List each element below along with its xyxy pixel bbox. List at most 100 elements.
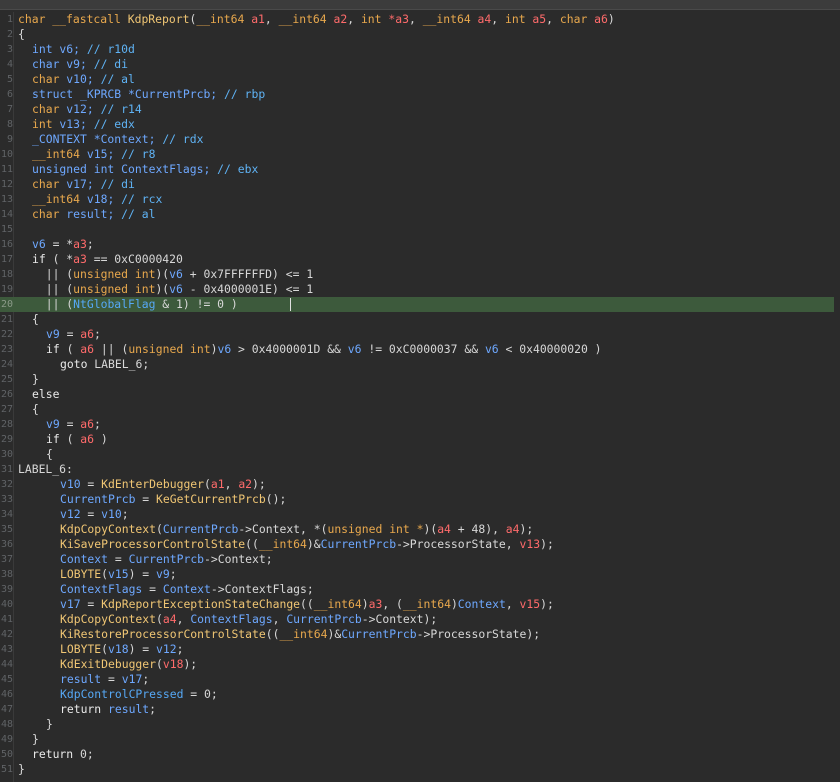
code-text: struct _KPRCB *CurrentPrcb; // rbp: [32, 87, 265, 102]
code-line[interactable]: 19 || (unsigned int)(v6 - 0x4000001E) <=…: [0, 282, 840, 297]
code-line[interactable]: 44 KdExitDebugger(v18);: [0, 657, 840, 672]
code-line[interactable]: 12 char v17; // di: [0, 177, 840, 192]
code-token: ;: [142, 672, 150, 686]
code-token: v6: [32, 237, 46, 251]
code-line[interactable]: 50 return 0;: [0, 747, 840, 762]
code-line[interactable]: 6 struct _KPRCB *CurrentPrcb; // rbp: [0, 87, 840, 102]
code-line[interactable]: 21 {: [0, 312, 840, 327]
code-line[interactable]: 35 KdpCopyContext(CurrentPrcb->Context, *…: [0, 522, 840, 537]
code-line[interactable]: 37 Context = CurrentPrcb->Context;: [0, 552, 840, 567]
code-line[interactable]: 25}: [0, 372, 840, 387]
code-token: v15: [519, 597, 541, 611]
code-line[interactable]: 11 unsigned int ContextFlags; // ebx: [0, 162, 840, 177]
code-line[interactable]: 39 ContextFlags = Context->ContextFlags;: [0, 582, 840, 597]
code-line[interactable]: 43 LOBYTE(v18) = v12;: [0, 642, 840, 657]
code-token: =: [59, 417, 81, 431]
code-token: unsigned int: [128, 342, 211, 356]
code-token: < 0x40000020 ): [498, 342, 602, 356]
pseudocode-editor[interactable]: 1 char __fastcall KdpReport(__int64 a1, _…: [0, 10, 840, 782]
line-number: 27: [0, 404, 13, 415]
code-token: v18;: [80, 192, 122, 206]
code-line[interactable]: 51}: [0, 762, 840, 777]
code-token: v15: [108, 567, 129, 581]
code-line[interactable]: 26 else: [0, 387, 840, 402]
code-token: v6: [217, 342, 232, 356]
code-line[interactable]: 7 char v12; // r14: [0, 102, 840, 117]
code-token: ;: [149, 702, 157, 716]
code-token: __int64: [258, 537, 307, 551]
code-line[interactable]: 47 return result;: [0, 702, 840, 717]
code-token: a6: [587, 12, 608, 26]
code-line[interactable]: 4 char v9; // di: [0, 57, 840, 72]
code-token: v17: [121, 672, 143, 686]
code-line[interactable]: 49}: [0, 732, 840, 747]
code-line[interactable]: 2{: [0, 27, 840, 42]
code-token: a1: [210, 477, 225, 491]
code-token: KeGetCurrentPrcb: [156, 492, 266, 506]
code-token: CurrentPrcb: [128, 552, 205, 566]
line-number: 30: [0, 449, 13, 460]
code-line[interactable]: 13 __int64 v18; // rcx: [0, 192, 840, 207]
code-token: (: [59, 432, 81, 446]
line-number: 34: [0, 509, 13, 520]
code-token: ,: [408, 12, 423, 26]
code-line[interactable]: 24 goto LABEL_6;: [0, 357, 840, 372]
code-token: a3: [73, 252, 87, 266]
line-number: 49: [0, 734, 13, 745]
code-token: KdpReportExceptionStateChange: [101, 597, 301, 611]
code-token: ,: [224, 477, 239, 491]
line-number: 31: [0, 464, 13, 475]
code-line[interactable]: 1 char __fastcall KdpReport(__int64 a1, _…: [0, 12, 840, 27]
code-line[interactable]: 40 v17 = KdpReportExceptionStateChange((_…: [0, 597, 840, 612]
code-line[interactable]: 33 CurrentPrcb = KeGetCurrentPrcb();: [0, 492, 840, 507]
code-line[interactable]: 34 v12 = v10;: [0, 507, 840, 522]
code-line[interactable]: 3 int v6; // r10d: [0, 42, 840, 57]
code-line[interactable]: 32 v10 = KdEnterDebugger(a1, a2);: [0, 477, 840, 492]
code-line[interactable]: 16 v6 = *a3;: [0, 237, 840, 252]
code-line[interactable]: 41 KdpCopyContext(a4, ContextFlags, Curre…: [0, 612, 840, 627]
code-line[interactable]: 29 if ( a6 ): [0, 432, 840, 447]
code-line[interactable]: 22 v9 = a6;: [0, 327, 840, 342]
code-token: v17: [60, 597, 81, 611]
code-token: ): [450, 597, 458, 611]
code-token: char: [32, 102, 60, 116]
code-line[interactable]: 15: [0, 222, 840, 237]
code-line[interactable]: 9 _CONTEXT *Context; // rdx: [0, 132, 840, 147]
code-token: a6: [80, 417, 95, 431]
code-token: )&: [327, 627, 342, 641]
code-line[interactable]: 27 {: [0, 402, 840, 417]
code-line[interactable]: 23 if ( a6 || (unsigned int)v6 > 0x400000…: [0, 342, 840, 357]
code-line[interactable]: 31 LABEL_6:: [0, 462, 840, 477]
code-line[interactable]: 10 __int64 v15; // r8: [0, 147, 840, 162]
code-line[interactable]: 28 v9 = a6;: [0, 417, 840, 432]
code-line[interactable]: 20 || (NtGlobalFlag & 1) != 0 ): [0, 297, 840, 312]
code-line[interactable]: 48}: [0, 717, 840, 732]
window-top-bar: [0, 0, 840, 10]
code-line[interactable]: 46 KdpControlCPressed = 0;: [0, 687, 840, 702]
code-line[interactable]: 8 int v13; // edx: [0, 117, 840, 132]
code-token: =: [108, 552, 129, 566]
code-token: CurrentPrcb: [162, 522, 239, 536]
code-token: ;: [121, 507, 129, 521]
code-line[interactable]: 17 if ( *a3 == 0xC0000420: [0, 252, 840, 267]
code-line[interactable]: 42 KiRestoreProcessorControlState((__int6…: [0, 627, 840, 642]
code-text: KiSaveProcessorControlState((__int64)&Cu…: [60, 537, 554, 552]
code-line[interactable]: 45 result = v17;: [0, 672, 840, 687]
code-token: v10: [60, 477, 81, 491]
code-token: v6: [484, 342, 499, 356]
code-line[interactable]: 5 char v10; // al: [0, 72, 840, 87]
code-line[interactable]: 38 LOBYTE(v15) = v9;: [0, 567, 840, 582]
line-number: 19: [0, 284, 13, 295]
line-number: 26: [0, 389, 13, 400]
line-number: 2: [6, 29, 13, 40]
code-token: CurrentPrcb: [286, 612, 362, 626]
code-text: }: [32, 732, 39, 747]
line-number: 46: [0, 689, 13, 700]
code-line[interactable]: 14 char result; // al: [0, 207, 840, 222]
code-token: ,: [491, 12, 505, 26]
code-line[interactable]: 36 KiSaveProcessorControlState((__int64)&…: [0, 537, 840, 552]
code-token: ->ProcessorState,: [396, 537, 520, 551]
code-line[interactable]: 30 {: [0, 447, 840, 462]
code-line[interactable]: 18 || (unsigned int)(v6 + 0x7FFFFFFD) <=…: [0, 267, 840, 282]
editor-scrollbar[interactable]: [834, 10, 840, 782]
